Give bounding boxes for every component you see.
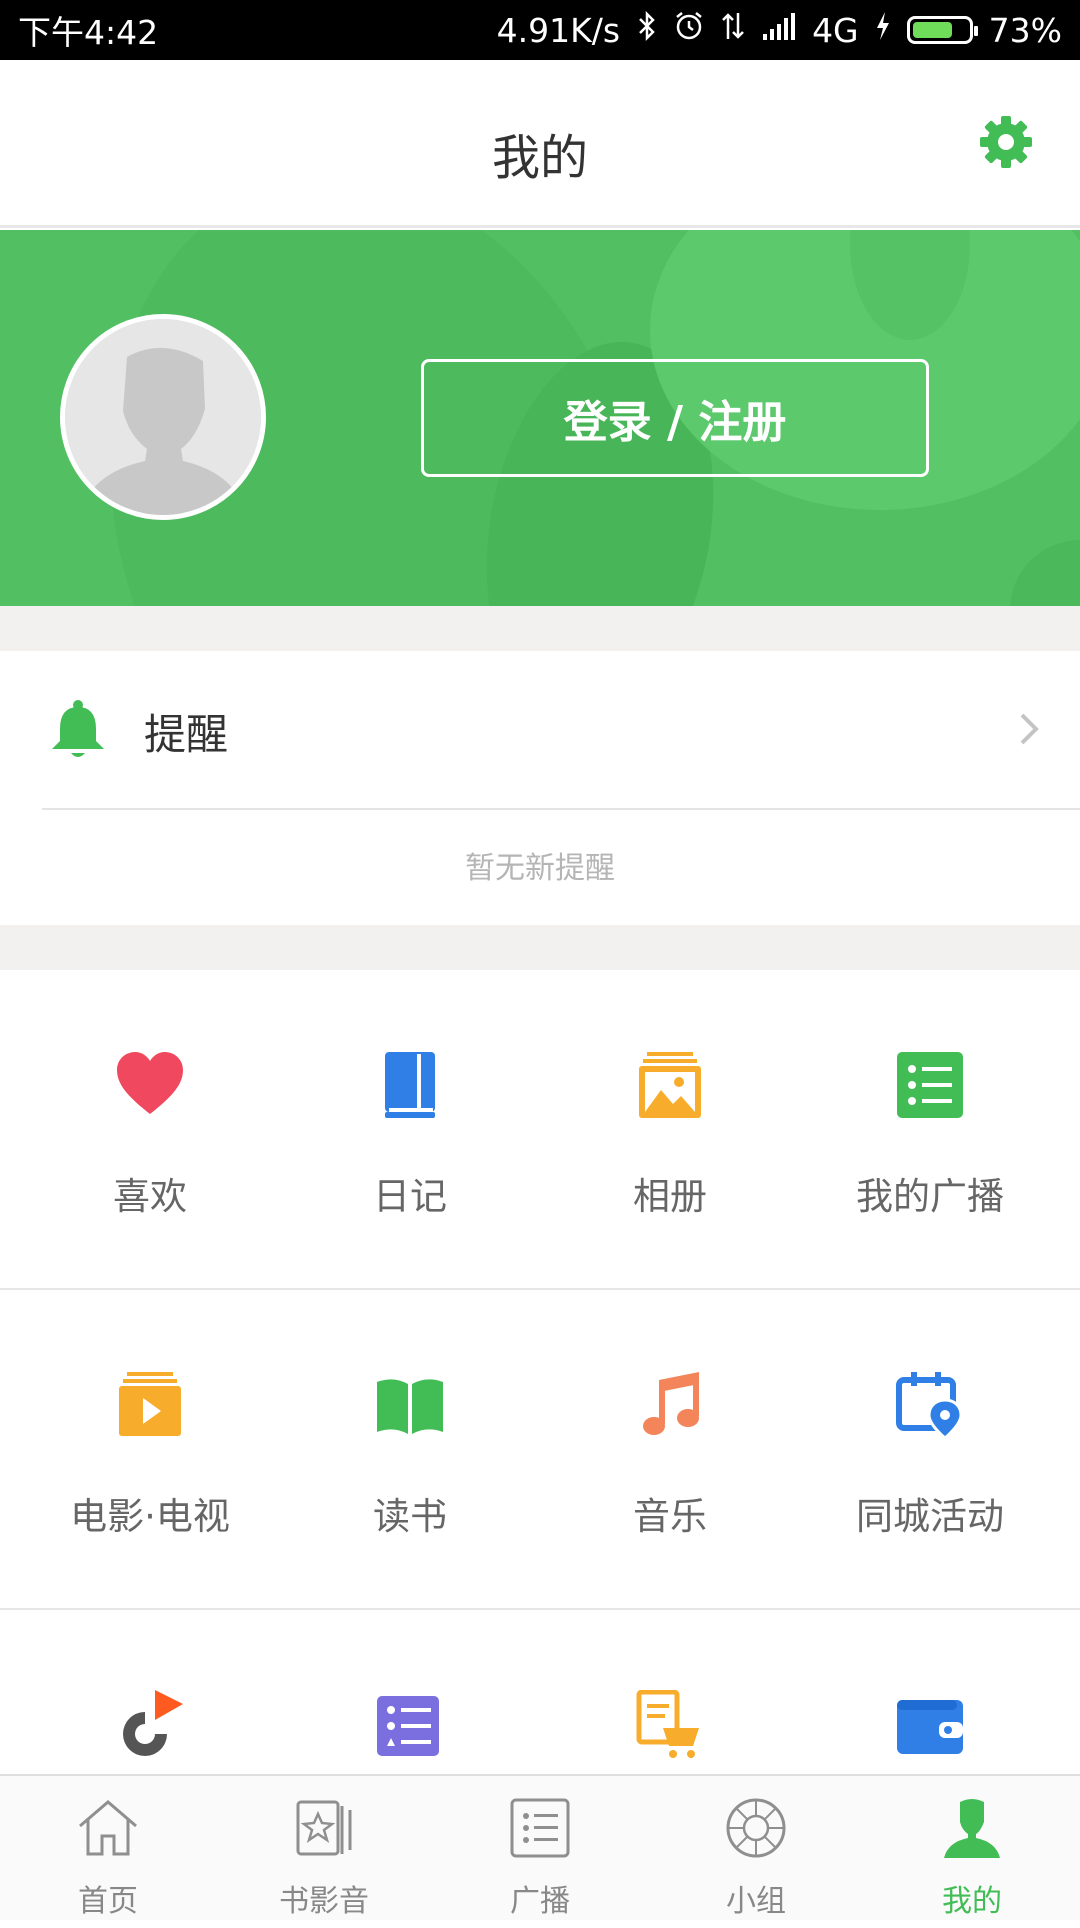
grid-item-diary[interactable]: 日记	[275, 970, 545, 1288]
tab-book-movie-music[interactable]: 书影音	[216, 1776, 432, 1922]
grid-item-label: 电影·电视	[70, 1495, 230, 1538]
reminder-empty-text: 暂无新提醒	[465, 851, 615, 886]
tab-label: 广播	[510, 1884, 570, 1919]
page-title: 我的	[491, 130, 588, 186]
music-note-icon	[635, 1370, 705, 1440]
bell-icon	[50, 699, 106, 761]
battery-icon	[906, 16, 978, 44]
section-separator	[0, 925, 1080, 970]
grid-item-likes[interactable]: 喜欢	[15, 970, 285, 1288]
data-transfer-icon	[720, 11, 746, 49]
tab-broadcast[interactable]: 广播	[432, 1776, 648, 1922]
section-separator	[0, 606, 1080, 651]
profile-banner: 登录 / 注册	[0, 230, 1080, 606]
grid-item-label: 我的广播	[856, 1175, 1004, 1218]
avatar[interactable]	[60, 314, 266, 520]
group-icon	[724, 1796, 788, 1860]
tab-group[interactable]: 小组	[648, 1776, 864, 1922]
grid-row: 电影·电视 读书 音乐 同城活动	[0, 1290, 1080, 1608]
reminder-divider	[42, 808, 1080, 810]
chevron-right-icon	[1014, 709, 1044, 749]
signal-icon	[762, 12, 796, 48]
grid-item-label: 读书	[373, 1495, 447, 1538]
status-indicators: 4.91K/s 4G 73%	[497, 10, 1062, 50]
broadcast-icon	[508, 1796, 572, 1860]
movie-tv-icon	[115, 1370, 185, 1440]
tab-mine[interactable]: 我的	[864, 1776, 1080, 1922]
grid-item-music[interactable]: 音乐	[535, 1290, 805, 1608]
status-time: 下午4:42	[18, 13, 159, 52]
login-register-button[interactable]: 登录 / 注册	[421, 359, 929, 477]
battery-percent: 73%	[988, 10, 1062, 50]
grid-item-label: 同城活动	[856, 1495, 1004, 1538]
status-bar: 下午4:42 4.91K/s 4G 73%	[0, 0, 1080, 60]
grid-item-label: 相册	[633, 1175, 707, 1218]
album-icon	[635, 1050, 705, 1120]
play-circle-icon	[115, 1690, 185, 1760]
calendar-location-icon	[895, 1370, 965, 1440]
grid-item-album[interactable]: 相册	[535, 970, 805, 1288]
tab-label: 首页	[78, 1884, 138, 1919]
gear-icon[interactable]	[976, 112, 1036, 172]
diary-icon	[375, 1050, 445, 1120]
alarm-icon	[674, 11, 704, 49]
tab-label: 我的	[942, 1884, 1002, 1919]
battery-fill	[912, 22, 953, 38]
book-icon	[375, 1370, 445, 1440]
banner-leaf-decoration	[1010, 540, 1080, 606]
grid-item-label: 日记	[373, 1175, 447, 1218]
heart-icon	[115, 1050, 185, 1120]
reminder-label: 提醒	[144, 710, 229, 759]
user-icon	[940, 1796, 1004, 1860]
reminder-row[interactable]: 提醒	[0, 651, 1080, 808]
tab-label: 小组	[726, 1884, 786, 1919]
charging-icon	[875, 11, 891, 49]
reminder-section: 提醒 暂无新提醒	[0, 651, 1080, 925]
tab-label: 书影音	[279, 1884, 369, 1919]
network-type: 4G	[812, 10, 859, 50]
broadcast-list-icon	[895, 1050, 965, 1120]
order-cart-icon	[635, 1689, 705, 1760]
title-bar: 我的	[0, 60, 1080, 228]
list-icon	[375, 1690, 445, 1760]
grid-row: 喜欢 日记 相册 我的广播	[0, 970, 1080, 1288]
tab-home[interactable]: 首页	[0, 1776, 216, 1922]
home-icon	[76, 1796, 140, 1860]
grid-item-movie-tv[interactable]: 电影·电视	[15, 1290, 285, 1608]
grid-item-label: 音乐	[633, 1495, 707, 1538]
grid-item-label: 喜欢	[113, 1175, 187, 1218]
grid-item-local-events[interactable]: 同城活动	[795, 1290, 1065, 1608]
network-speed: 4.91K/s	[496, 10, 621, 50]
grid-item-books[interactable]: 读书	[275, 1290, 545, 1608]
grid-item-my-broadcast[interactable]: 我的广播	[795, 970, 1065, 1288]
bottom-nav: 首页 书影音 广播 小组 我的	[0, 1774, 1080, 1920]
bluetooth-icon	[636, 10, 658, 50]
book-movie-music-icon	[292, 1796, 356, 1860]
default-avatar-icon	[65, 319, 261, 515]
wallet-icon	[895, 1690, 965, 1760]
